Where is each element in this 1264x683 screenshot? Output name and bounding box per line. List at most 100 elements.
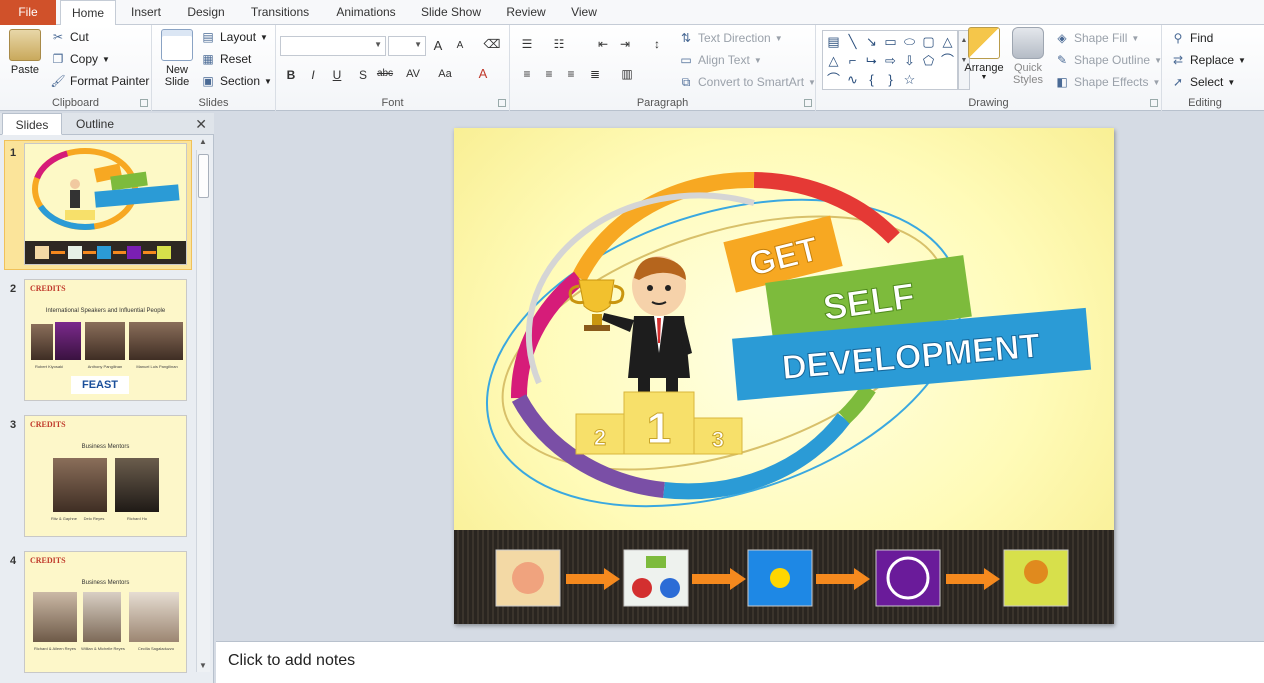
notes-pane[interactable]: Click to add notes bbox=[216, 641, 1264, 683]
scroll-down-icon[interactable]: ▼ bbox=[199, 661, 207, 670]
arc-shape-icon[interactable]: ⌒ bbox=[824, 70, 843, 89]
tab-view[interactable]: View bbox=[562, 0, 606, 25]
slide-thumbnail-4[interactable]: CREDITS Business Mentors Richard & Ailee… bbox=[24, 551, 187, 673]
character-spacing-button[interactable]: AV bbox=[404, 68, 422, 80]
tab-home[interactable]: Home bbox=[60, 0, 116, 26]
arrange-button[interactable]: Arrange ▼ bbox=[964, 27, 1004, 81]
tab-file[interactable]: File bbox=[0, 0, 56, 25]
drawing-group-label: Drawing bbox=[968, 97, 1009, 109]
align-left-icon[interactable]: ≡ bbox=[518, 67, 536, 81]
reset-button[interactable]: ▦ Reset bbox=[200, 51, 251, 67]
font-launcher-icon[interactable] bbox=[498, 99, 506, 107]
right-arrow-shape-icon[interactable]: ⇨ bbox=[881, 51, 900, 70]
text-direction-button[interactable]: ⇅ Text Direction ▼ bbox=[678, 30, 783, 46]
layout-button[interactable]: ▤ Layout ▼ bbox=[200, 29, 268, 45]
increase-indent-icon[interactable]: ⇥ bbox=[616, 37, 634, 51]
notes-placeholder[interactable]: Click to add notes bbox=[228, 652, 355, 670]
clear-formatting-icon[interactable]: ⌫ bbox=[483, 37, 501, 51]
oval-shape-icon[interactable]: ⬭ bbox=[900, 32, 919, 51]
curve-shape-icon[interactable]: ⌒ bbox=[938, 51, 957, 70]
tab-review[interactable]: Review bbox=[498, 0, 554, 25]
freeform-shape-icon[interactable]: ∿ bbox=[843, 70, 862, 89]
slide-thumbnail-1[interactable] bbox=[24, 143, 187, 265]
pentagon-shape-icon[interactable]: ⬠ bbox=[919, 51, 938, 70]
shape-effects-button[interactable]: ◧ Shape Effects ▼ bbox=[1054, 74, 1160, 90]
font-size-combo[interactable]: ▼ bbox=[388, 36, 426, 56]
slide-thumbnail-2[interactable]: CREDITS International Speakers and Influ… bbox=[24, 279, 187, 401]
bold-button[interactable]: B bbox=[282, 68, 300, 82]
textbox-shape-icon[interactable]: ▤ bbox=[824, 32, 843, 51]
font-group-label: Font bbox=[381, 97, 404, 109]
align-center-icon[interactable]: ≡ bbox=[540, 67, 558, 81]
strikethrough-button[interactable]: abc bbox=[376, 68, 394, 79]
tab-outline[interactable]: Outline bbox=[64, 113, 126, 135]
justify-icon[interactable]: ≣ bbox=[586, 67, 604, 81]
drawing-launcher-icon[interactable] bbox=[1150, 99, 1158, 107]
star-shape-icon[interactable]: ☆ bbox=[900, 70, 919, 89]
change-case-button[interactable]: Aa bbox=[436, 68, 454, 80]
shape-outline-button[interactable]: ✎ Shape Outline ▼ bbox=[1054, 52, 1162, 68]
slide-thumbnail-3[interactable]: CREDITS Business Mentors Ritz & Gaphne D… bbox=[24, 415, 187, 537]
decrease-indent-icon[interactable]: ⇤ bbox=[594, 37, 612, 51]
rounded-rect-shape-icon[interactable]: ▢ bbox=[919, 32, 938, 51]
shadow-button[interactable]: S bbox=[354, 68, 372, 82]
paragraph-launcher-icon[interactable] bbox=[804, 99, 812, 107]
arrange-icon bbox=[968, 27, 1000, 59]
elbow-arrow-shape-icon[interactable]: ⮡ bbox=[862, 51, 881, 70]
pen-icon: ✎ bbox=[1056, 53, 1068, 67]
bullets-icon[interactable]: ☰ bbox=[518, 37, 536, 51]
right-brace-shape-icon[interactable]: } bbox=[881, 70, 900, 89]
tab-animations[interactable]: Animations bbox=[328, 0, 404, 25]
line-shape-icon[interactable]: ╲ bbox=[843, 32, 862, 51]
tab-design[interactable]: Design bbox=[180, 0, 232, 25]
select-button[interactable]: ➚ Select ▼ bbox=[1170, 74, 1235, 90]
chevron-down-icon: ▼ bbox=[1238, 55, 1246, 65]
numbering-icon[interactable]: ☷ bbox=[550, 37, 568, 51]
photo-caption: Delo Reyes bbox=[83, 516, 105, 521]
shrink-font-button[interactable]: A bbox=[451, 40, 469, 51]
scroll-up-icon[interactable]: ▲ bbox=[199, 137, 207, 146]
underline-button[interactable]: U bbox=[328, 68, 346, 82]
tab-slides[interactable]: Slides bbox=[2, 113, 62, 135]
tab-slide-show[interactable]: Slide Show bbox=[414, 0, 488, 25]
smartart-icon: ⧉ bbox=[681, 75, 691, 89]
new-slide-button[interactable]: New Slide bbox=[156, 29, 198, 88]
find-label: Find bbox=[1190, 31, 1214, 45]
current-slide[interactable]: 1 2 3 GET SELF DEVELOPMENT bbox=[454, 128, 1114, 624]
cut-button[interactable]: ✂ Cut bbox=[50, 29, 89, 45]
arrange-label: Arrange bbox=[964, 62, 1004, 74]
slides-panel-scrollbar[interactable]: ▲ ▼ bbox=[196, 137, 210, 672]
grow-font-button[interactable]: A bbox=[429, 38, 447, 53]
section-button[interactable]: ▣ Section ▼ bbox=[200, 73, 272, 89]
down-arrow-shape-icon[interactable]: ⇩ bbox=[900, 51, 919, 70]
drawing-group: ▤ ╲ ↘ ▭ ⬭ ▢ △ △ ⌐ ⮡ ⇨ ⇩ ⬠ ⌒ ⌒ ∿ { } ☆ ▲ ▼… bbox=[816, 25, 1162, 111]
rectangle-shape-icon[interactable]: ▭ bbox=[881, 32, 900, 51]
italic-button[interactable]: I bbox=[304, 68, 322, 82]
find-button[interactable]: ⚲ Find bbox=[1170, 30, 1214, 46]
shape-fill-button[interactable]: ◈ Shape Fill ▼ bbox=[1054, 30, 1139, 46]
tab-insert[interactable]: Insert bbox=[120, 0, 172, 25]
paste-button[interactable]: Paste bbox=[4, 29, 46, 76]
quick-styles-button[interactable]: Quick Styles bbox=[1008, 27, 1048, 86]
font-color-button[interactable]: A bbox=[474, 66, 492, 81]
align-right-icon[interactable]: ≡ bbox=[562, 67, 580, 81]
tab-transitions[interactable]: Transitions bbox=[244, 0, 316, 25]
clipboard-launcher-icon[interactable] bbox=[140, 99, 148, 107]
arrow-line-shape-icon[interactable]: ↘ bbox=[862, 32, 881, 51]
elbow-shape-icon[interactable]: ⌐ bbox=[843, 51, 862, 70]
format-painter-button[interactable]: 🖌 Format Painter bbox=[50, 73, 149, 89]
triangle2-shape-icon[interactable]: △ bbox=[824, 51, 843, 70]
columns-icon[interactable]: ▥ bbox=[618, 67, 636, 81]
line-spacing-icon[interactable]: ↕ bbox=[648, 37, 666, 51]
close-icon[interactable]: ✕ bbox=[195, 116, 207, 133]
podium-first-place: 1 bbox=[647, 404, 671, 453]
convert-smartart-button[interactable]: ⧉ Convert to SmartArt ▼ bbox=[678, 74, 816, 90]
left-brace-shape-icon[interactable]: { bbox=[862, 70, 881, 89]
shapes-gallery[interactable]: ▤ ╲ ↘ ▭ ⬭ ▢ △ △ ⌐ ⮡ ⇨ ⇩ ⬠ ⌒ ⌒ ∿ { } ☆ bbox=[822, 30, 958, 90]
align-text-button[interactable]: ▭ Align Text ▼ bbox=[678, 52, 761, 68]
copy-button[interactable]: ❐ Copy ▼ bbox=[50, 51, 110, 67]
triangle-shape-icon[interactable]: △ bbox=[938, 32, 957, 51]
replace-button[interactable]: ⇄ Replace ▼ bbox=[1170, 52, 1246, 68]
scrollbar-thumb[interactable] bbox=[198, 154, 209, 198]
font-family-combo[interactable]: ▼ bbox=[280, 36, 386, 56]
